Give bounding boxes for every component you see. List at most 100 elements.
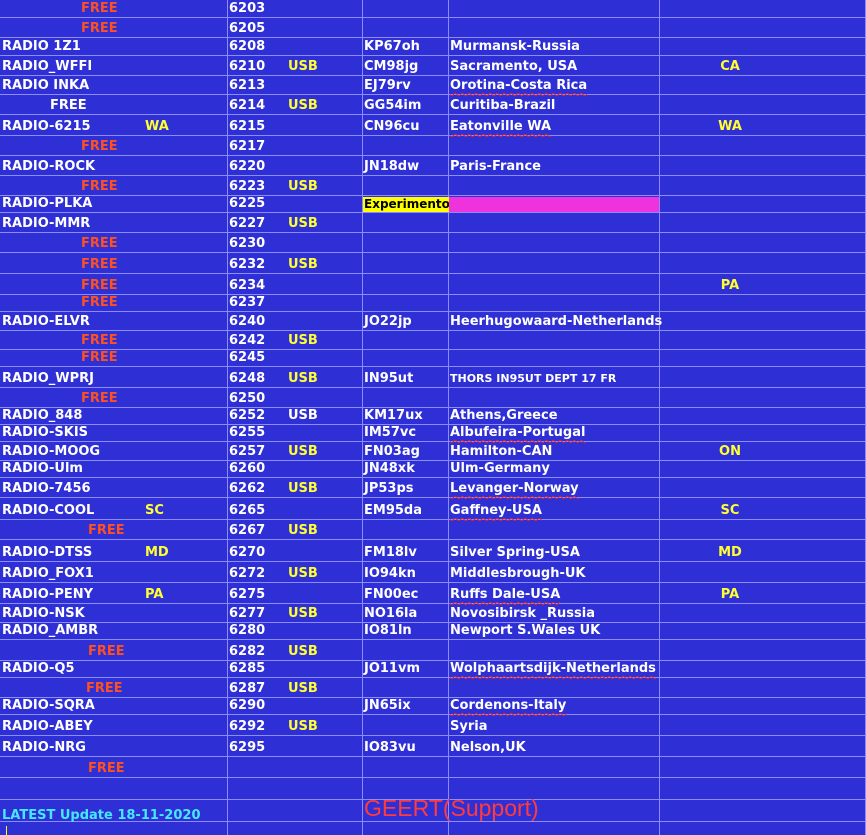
table-row[interactable]: RADIO-SKIS 6255 IM57vc Albufeira-Portugal [0, 425, 866, 442]
state-cell: SC [720, 503, 740, 518]
location-cell: Cordenons-Italy [450, 698, 567, 713]
table-row[interactable]: FREE 6234 PA [0, 274, 866, 295]
location-cell: Murmansk-Russia [450, 39, 580, 54]
station-name: RADIO-ELVR [2, 314, 90, 329]
table-row[interactable]: RADIO-NSK 6277 USB NO16la Novosibirsk _Russi… [0, 604, 866, 623]
table-row[interactable]: FREE 6230 [0, 233, 866, 253]
station-name: RADIO-7456 [2, 481, 91, 496]
table-row[interactable]: RADIO-ABEY 6292 USB Syria [0, 715, 866, 736]
table-row[interactable]: FREE 6267 USB [0, 520, 866, 540]
mode-cell: USB [288, 333, 318, 348]
station-name: RADIO_848 [2, 408, 83, 423]
table-row[interactable]: FREE 6214 USB GG54im Curitiba-Brazil [0, 95, 866, 115]
location-cell: Orotina-Costa Rica [450, 78, 588, 93]
table-row[interactable]: RADIO_AMBR 6280 IO81ln Newport S.Wales UK [0, 623, 866, 640]
station-name: FREE [81, 257, 118, 272]
table-row[interactable]: FREE 6250 [0, 388, 866, 408]
state-cell: ON [719, 444, 741, 459]
station-name: RADIO-NSK [2, 606, 85, 621]
table-row[interactable]: RADIO-PLKA 6225 Experimento [0, 196, 866, 213]
frequency-spreadsheet: FREE 6203 FREE 6205 RADIO 1Z1 6208 KP67oh Murma… [0, 0, 866, 835]
location-cell: Gaffney-USA [450, 503, 542, 518]
table-row[interactable]: FREE 6282 USB [0, 640, 866, 661]
highlight-cell [449, 197, 659, 212]
table-row[interactable]: RADIO-ELVR 6240 JO22jp Heerhugowaard-Nether… [0, 312, 866, 331]
location-cell: Newport S.Wales UK [450, 623, 601, 638]
table-row[interactable]: RADIO_848 6252 USB KM17ux Athens,Greece [0, 408, 866, 425]
table-row[interactable]: RADIO-COOL SC 6265 EM95da Gaffney-USA SC [0, 498, 866, 520]
location-cell: Ulm-Germany [450, 461, 550, 476]
location-cell: Hamilton-CAN [450, 444, 553, 459]
table-row[interactable]: RADIO_FOX1 6272 USB IO94kn Middlesbrough-UK [0, 562, 866, 583]
station-name: RADIO_WFFI [2, 59, 93, 74]
latest-update-label: LATEST Update 18-11-2020 [2, 808, 201, 823]
frequency-cell: 6248 [229, 371, 266, 386]
state-cell: MD [718, 545, 742, 560]
station-name: FREE [86, 681, 123, 696]
location-cell: Athens,Greece [450, 408, 558, 423]
table-row[interactable]: RADIO-NRG 6295 IO83vu Nelson,UK [0, 736, 866, 757]
frequency-cell: 6242 [229, 333, 266, 348]
table-row[interactable]: FREE 6245 [0, 350, 866, 367]
frequency-cell: 6265 [229, 503, 266, 518]
table-row[interactable]: FREE 6242 USB [0, 331, 866, 350]
table-row[interactable]: FREE [0, 757, 866, 778]
station-name: FREE [81, 179, 118, 194]
table-row[interactable]: FREE 6203 [0, 0, 866, 18]
table-row[interactable]: RADIO 1Z1 6208 KP67oh Murmansk-Russia [0, 38, 866, 56]
location-cell: Nelson,UK [450, 740, 526, 755]
station-name: RADIO-SQRA [2, 698, 95, 713]
support-label: GEERT(Support) [364, 795, 539, 821]
station-name: RADIO-ABEY [2, 719, 93, 734]
table-row[interactable]: FREE 6237 [0, 295, 866, 312]
table-row[interactable]: RADIO-PENY PA 6275 FN00ec Ruffs Dale-USA PA [0, 583, 866, 604]
locator-cell: JN48xk [364, 461, 415, 476]
table-row[interactable]: RADIO-Q5 6285 JO11vm Wolphaartsdijk-Netherl… [0, 661, 866, 678]
mode-cell: USB [288, 719, 318, 734]
table-row[interactable]: RADIO-Ulm 6260 JN48xk Ulm-Germany [0, 461, 866, 478]
table-row[interactable]: FREE 6223 USB [0, 176, 866, 196]
location-cell: Paris-France [450, 159, 541, 174]
frequency-cell: 6237 [229, 295, 266, 310]
frequency-cell: 6210 [229, 59, 266, 74]
mode-cell: USB [288, 216, 318, 231]
table-row[interactable]: FREE 6287 USB [0, 678, 866, 698]
locator-cell: JO22jp [364, 314, 412, 329]
frequency-cell: 6282 [229, 644, 266, 659]
mode-cell: USB [288, 444, 318, 459]
table-row[interactable]: RADIO-DTSS MD 6270 FM18lv Silver Spring-USA M… [0, 540, 866, 562]
table-row[interactable]: RADIO-MOOG 6257 USB FN03ag Hamilton-CAN ON [0, 442, 866, 461]
table-row[interactable]: RADIO-7456 6262 USB JP53ps Levanger-Norway [0, 478, 866, 498]
mode-cell: USB [288, 408, 318, 423]
frequency-cell: 6287 [229, 681, 266, 696]
table-row[interactable]: RADIO-6215 WA 6215 CN96cu Eatonville WA WA [0, 115, 866, 136]
frequency-cell: 6255 [229, 425, 266, 440]
location-cell: Curitiba-Brazil [450, 98, 556, 113]
table-row[interactable]: RADIO INKA 6213 EJ79rv Orotina-Costa Rica [0, 76, 866, 95]
location-cell: Silver Spring-USA [450, 545, 580, 560]
frequency-cell: 6262 [229, 481, 266, 496]
frequency-cell: 6250 [229, 391, 266, 406]
frequency-cell: 6267 [229, 523, 266, 538]
frequency-cell: 6230 [229, 236, 266, 251]
frequency-cell: 6205 [229, 21, 266, 36]
locator-cell: GG54im [364, 98, 422, 113]
table-row[interactable]: RADIO_WPRJ 6248 USB IN95ut THORS IN95UT DEPT… [0, 367, 866, 388]
table-row[interactable]: RADIO-ROCK 6220 JN18dw Paris-France [0, 156, 866, 176]
frequency-cell: 6223 [229, 179, 266, 194]
frequency-cell: 6285 [229, 661, 266, 676]
table-row[interactable]: FREE 6205 [0, 18, 866, 38]
table-row[interactable]: FREE 6232 USB [0, 253, 866, 274]
station-name: RADIO-MMR [2, 216, 91, 231]
station-name: FREE [81, 350, 118, 365]
locator-cell: IN95ut [364, 371, 414, 386]
region-tag: WA [145, 119, 169, 134]
mode-cell: USB [288, 179, 318, 194]
table-row[interactable]: RADIO-MMR 6227 USB [0, 213, 866, 233]
frequency-cell: 6277 [229, 606, 266, 621]
location-cell: Eatonville WA [450, 119, 552, 134]
table-row[interactable]: RADIO-SQRA 6290 JN65ix Cordenons-Italy [0, 698, 866, 715]
frequency-cell: 6290 [229, 698, 266, 713]
table-row[interactable]: FREE 6217 [0, 136, 866, 156]
table-row[interactable]: RADIO_WFFI 6210 USB CM98jg Sacramento, USA CA [0, 56, 866, 76]
